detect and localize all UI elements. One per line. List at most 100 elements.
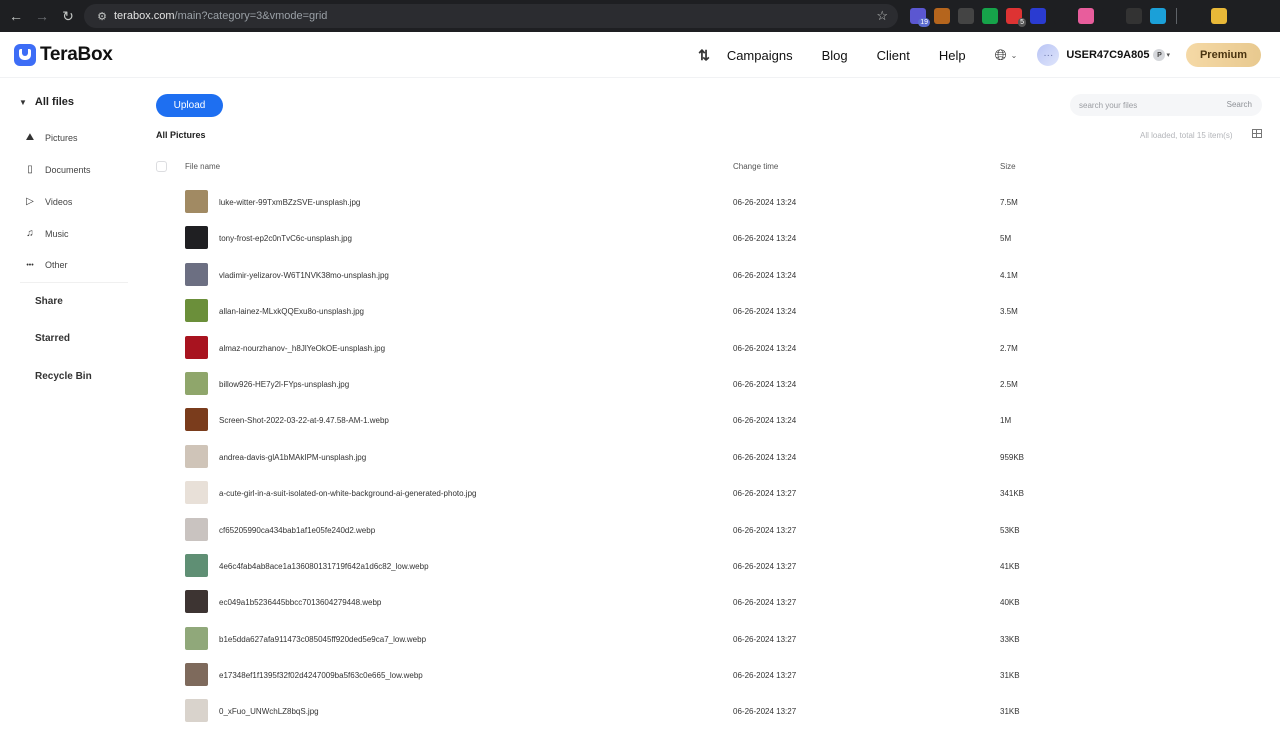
file-name[interactable]: 4e6c4fab4ab8ace1a136080131719f642a1d6c82… bbox=[219, 562, 429, 571]
sidebar-item-pictures[interactable]: ⛰ Pictures bbox=[25, 132, 78, 143]
file-name[interactable]: tony-frost-ep2c0nTvC6c-unsplash.jpg bbox=[219, 234, 352, 243]
ext-record-icon[interactable]: 5 bbox=[1006, 8, 1026, 27]
file-thumbnail[interactable] bbox=[185, 299, 208, 323]
column-header-size[interactable]: Size bbox=[1000, 162, 1016, 171]
table-row[interactable]: luke-witter-99TxmBZzSVE-unsplash.jpg 06-2… bbox=[140, 184, 1280, 220]
file-name[interactable]: 0_xFuo_UNWchLZ8bqS.jpg bbox=[219, 707, 319, 716]
file-name[interactable]: cf65205990ca434bab1af1e05fe240d2.webp bbox=[219, 526, 375, 535]
file-thumbnail[interactable] bbox=[185, 226, 208, 250]
file-name[interactable]: ec049a1b5236445bbcc7013604279448.webp bbox=[219, 598, 381, 607]
table-row[interactable]: tony-frost-ep2c0nTvC6c-unsplash.jpg 06-26… bbox=[140, 220, 1280, 256]
terabox-logo[interactable]: TeraBox bbox=[14, 44, 113, 66]
file-thumbnail[interactable] bbox=[185, 553, 208, 577]
file-change-time: 06-26-2024 13:27 bbox=[733, 707, 797, 717]
reload-icon[interactable]: ↻ bbox=[55, 3, 81, 29]
file-thumbnail[interactable] bbox=[185, 699, 208, 723]
username[interactable]: USER47C9A805 bbox=[1066, 49, 1149, 61]
column-header-time[interactable]: Change time bbox=[733, 162, 778, 171]
back-arrow-icon[interactable]: ← bbox=[3, 3, 29, 29]
file-thumbnail[interactable] bbox=[185, 481, 208, 505]
sidebar-item-music[interactable]: ♫ Music bbox=[25, 228, 68, 239]
nav-client[interactable]: Client bbox=[877, 48, 910, 63]
sidebar-item-label: Pictures bbox=[45, 132, 78, 143]
sidebar-item-recycle-bin[interactable]: Recycle Bin bbox=[35, 371, 92, 382]
file-thumbnail[interactable] bbox=[185, 262, 208, 286]
view-mode-grid-icon[interactable] bbox=[1252, 129, 1262, 138]
table-row[interactable]: 4e6c4fab4ab8ace1a136080131719f642a1d6c82… bbox=[140, 548, 1280, 584]
ext-fonts-icon[interactable] bbox=[1054, 8, 1070, 24]
file-thumbnail[interactable] bbox=[185, 190, 208, 213]
file-name[interactable]: billow926-HE7y2l-FYps-unsplash.jpg bbox=[219, 380, 349, 389]
file-name[interactable]: Screen-Shot-2022-03-22-at-9.47.58-AM-1.w… bbox=[219, 416, 389, 425]
search-input[interactable] bbox=[1070, 100, 1210, 110]
ext-w-icon[interactable] bbox=[1102, 8, 1118, 24]
nav-blog[interactable]: Blog bbox=[822, 48, 848, 63]
table-row[interactable]: ec049a1b5236445bbcc7013604279448.webp 06-… bbox=[140, 584, 1280, 620]
forward-arrow-icon[interactable]: → bbox=[29, 3, 55, 29]
file-thumbnail[interactable] bbox=[185, 626, 208, 650]
file-thumbnail[interactable] bbox=[185, 408, 208, 432]
sidebar-item-label: All files bbox=[34, 96, 75, 108]
sidebar-item-videos[interactable]: ▷ Videos bbox=[25, 196, 72, 207]
table-row[interactable]: almaz-nourzhanov-_h8JlYeOkOE-unsplash.jp… bbox=[140, 330, 1280, 366]
file-name[interactable]: a-cute-girl-in-a-suit-isolated-on-white-… bbox=[219, 489, 476, 498]
ext-tools-icon[interactable] bbox=[934, 8, 950, 24]
file-name[interactable]: vladimir-yelizarov-W6T1NVK38mo-unsplash.… bbox=[219, 271, 389, 280]
table-row[interactable]: e17348ef1f1395f32f02d4247009ba5f63c0e665… bbox=[140, 657, 1280, 693]
table-row[interactable]: a-cute-girl-in-a-suit-isolated-on-white-… bbox=[140, 475, 1280, 511]
upload-button[interactable]: Upload bbox=[156, 94, 223, 117]
table-row[interactable]: 0_xFuo_UNWchLZ8bqS.jpg 06-26-2024 13:27 31… bbox=[140, 693, 1280, 729]
file-thumbnail[interactable] bbox=[185, 590, 208, 614]
sidebar-item-starred[interactable]: Starred bbox=[35, 333, 70, 344]
sidebar-item-documents[interactable]: ▯ Documents bbox=[25, 164, 90, 175]
ext-wm-icon[interactable] bbox=[1030, 8, 1046, 24]
column-header-name[interactable]: File name bbox=[185, 162, 220, 171]
file-name[interactable]: e17348ef1f1395f32f02d4247009ba5f63c0e665… bbox=[219, 671, 423, 680]
table-row[interactable]: vladimir-yelizarov-W6T1NVK38mo-unsplash.… bbox=[140, 257, 1280, 293]
file-thumbnail[interactable] bbox=[185, 444, 208, 468]
table-row[interactable]: andrea-davis-glA1bMAkIPM-unsplash.jpg 06-… bbox=[140, 439, 1280, 475]
ext-puzzle-icon[interactable] bbox=[1187, 8, 1203, 24]
table-row[interactable]: b1e5dda627afa911473c085045ff920ded5e9ca7… bbox=[140, 621, 1280, 657]
language-globe-icon[interactable]: 🌐︎ bbox=[995, 47, 1007, 64]
url-text[interactable]: terabox.com/main?category=3&vmode=grid bbox=[114, 10, 327, 22]
bookmark-star-icon[interactable]: ☆ bbox=[876, 8, 888, 24]
table-row[interactable]: billow926-HE7y2l-FYps-unsplash.jpg 06-26-… bbox=[140, 366, 1280, 402]
site-settings-icon[interactable]: ⚙ bbox=[90, 10, 114, 23]
ext-mail-icon[interactable]: 19 bbox=[910, 8, 930, 27]
user-menu-chevron-icon[interactable]: ▾ bbox=[1166, 51, 1170, 59]
file-name[interactable]: andrea-davis-glA1bMAkIPM-unsplash.jpg bbox=[219, 453, 366, 462]
sidebar-item-share[interactable]: Share bbox=[35, 296, 63, 307]
ext-cloud-icon[interactable] bbox=[1126, 8, 1142, 24]
file-name[interactable]: almaz-nourzhanov-_h8JlYeOkOE-unsplash.jp… bbox=[219, 344, 385, 353]
ext-shield-icon[interactable] bbox=[958, 8, 974, 24]
avatar[interactable]: ··· bbox=[1037, 44, 1060, 66]
file-thumbnail[interactable] bbox=[185, 517, 208, 541]
caret-down-icon[interactable]: ▼ bbox=[19, 98, 27, 107]
table-row[interactable]: cf65205990ca434bab1af1e05fe240d2.webp 06-… bbox=[140, 512, 1280, 548]
chevron-down-icon[interactable]: ⌄ bbox=[1011, 51, 1018, 60]
file-name[interactable]: b1e5dda627afa911473c085045ff920ded5e9ca7… bbox=[219, 635, 426, 644]
sidebar-item-other[interactable]: ••• Other bbox=[25, 260, 67, 270]
file-thumbnail[interactable] bbox=[185, 335, 208, 359]
ext-grammarly-icon[interactable] bbox=[982, 8, 998, 24]
file-thumbnail[interactable] bbox=[185, 371, 208, 395]
ext-diamond-icon[interactable] bbox=[1150, 8, 1166, 24]
nav-help[interactable]: Help bbox=[939, 48, 966, 63]
sidebar-item-label: Videos bbox=[45, 196, 73, 207]
table-row[interactable]: Screen-Shot-2022-03-22-at-9.47.58-AM-1.w… bbox=[140, 402, 1280, 438]
sidebar-item-all-files[interactable]: ▼ All files bbox=[19, 96, 74, 108]
address-bar[interactable]: ⚙ terabox.com/main?category=3&vmode=grid… bbox=[84, 4, 898, 28]
file-name[interactable]: allan-lainez-MLxkQQExu8o-unsplash.jpg bbox=[219, 307, 364, 316]
file-name[interactable]: luke-witter-99TxmBZzSVE-unsplash.jpg bbox=[219, 198, 360, 207]
premium-button[interactable]: Premium bbox=[1186, 43, 1261, 67]
select-all-checkbox[interactable] bbox=[156, 161, 167, 172]
ext-rainbow-icon[interactable] bbox=[1211, 8, 1227, 24]
search-button[interactable]: Search bbox=[1227, 100, 1252, 109]
nav-campaigns[interactable]: Campaigns bbox=[727, 48, 793, 63]
file-change-time: 06-26-2024 13:27 bbox=[733, 598, 797, 608]
table-row[interactable]: allan-lainez-MLxkQQExu8o-unsplash.jpg 06-… bbox=[140, 293, 1280, 329]
file-thumbnail[interactable] bbox=[185, 663, 208, 687]
ext-color-icon[interactable] bbox=[1078, 8, 1094, 24]
transfer-list-icon[interactable]: ⇅ bbox=[698, 47, 710, 64]
